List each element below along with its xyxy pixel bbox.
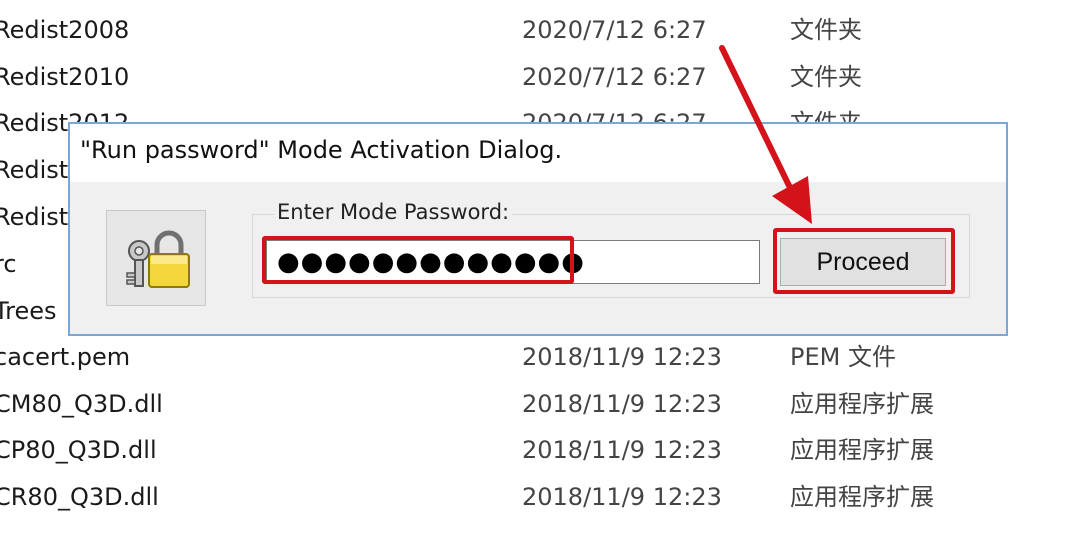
red-arrow-icon (719, 45, 812, 224)
